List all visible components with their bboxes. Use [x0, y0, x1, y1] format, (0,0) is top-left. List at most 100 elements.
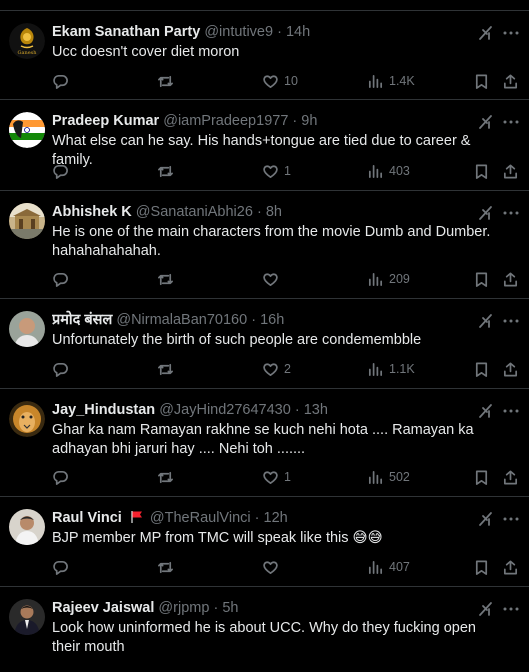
- retweet-icon: [158, 363, 173, 375]
- reply-button[interactable]: [52, 359, 74, 379]
- like-button[interactable]: 1: [262, 467, 291, 487]
- reply-button[interactable]: [52, 71, 74, 91]
- retweet-button[interactable]: [157, 71, 179, 91]
- grok-icon[interactable]: [477, 402, 495, 420]
- share-button[interactable]: [502, 161, 519, 181]
- share-icon: [503, 362, 518, 376]
- tweet[interactable]: Ganesh Ekam Sanathan Party @intutive9 · …: [0, 11, 529, 100]
- author-name[interactable]: Raul Vinci: [52, 510, 122, 526]
- views-button[interactable]: 403: [367, 161, 410, 181]
- author-name[interactable]: Abhishek K: [52, 204, 132, 220]
- like-button[interactable]: [262, 269, 284, 289]
- timestamp[interactable]: 12h: [264, 510, 288, 526]
- retweet-button[interactable]: [157, 161, 179, 181]
- reply-icon: [53, 470, 68, 485]
- bookmark-button[interactable]: [473, 161, 490, 181]
- avatar[interactable]: [9, 401, 45, 437]
- author-handle[interactable]: @iamPradeep1977: [163, 113, 288, 129]
- share-button[interactable]: [502, 359, 519, 379]
- author-handle[interactable]: @TheRaulVinci: [150, 510, 251, 526]
- reply-button[interactable]: [52, 269, 74, 289]
- retweet-icon: [158, 165, 173, 177]
- timestamp[interactable]: 14h: [286, 24, 310, 40]
- grok-icon[interactable]: [477, 600, 495, 618]
- grok-icon[interactable]: [477, 510, 495, 528]
- views-button[interactable]: 1.1K: [367, 359, 415, 379]
- tweet-text: BJP member MP from TMC will speak like t…: [52, 530, 383, 546]
- author-handle[interactable]: @JayHind27647430: [159, 402, 291, 418]
- timestamp[interactable]: 9h: [301, 113, 317, 129]
- reply-icon: [53, 560, 68, 575]
- retweet-button[interactable]: [157, 467, 179, 487]
- views-icon: [368, 560, 383, 574]
- tweet[interactable]: Jay_Hindustan @JayHind27647430 · 13h Gha…: [0, 389, 529, 497]
- tweet-text: Look how uninformed he is about UCC. Why…: [52, 620, 476, 655]
- share-button[interactable]: [502, 71, 519, 91]
- like-button[interactable]: 2: [262, 359, 291, 379]
- avatar[interactable]: [9, 112, 45, 148]
- views-icon: [368, 164, 383, 178]
- tweet[interactable]: Abhishek K @SanataniAbhi26 · 8h He is on…: [0, 191, 529, 299]
- views-button[interactable]: 209: [367, 269, 410, 289]
- views-button[interactable]: 1.4K: [367, 71, 415, 91]
- share-button[interactable]: [502, 557, 519, 577]
- more-icon[interactable]: [502, 510, 520, 528]
- author-handle[interactable]: @SanataniAbhi26: [136, 204, 253, 220]
- more-icon[interactable]: [502, 113, 520, 131]
- author-handle[interactable]: @intutive9: [204, 24, 273, 40]
- bookmark-button[interactable]: [473, 557, 490, 577]
- tweet[interactable]: Rajeev Jaiswal @rjpmp · 5h Look how unin…: [0, 587, 529, 672]
- bookmark-button[interactable]: [473, 71, 490, 91]
- author-name[interactable]: Ekam Sanathan Party: [52, 24, 200, 40]
- timestamp[interactable]: 8h: [266, 204, 282, 220]
- more-icon[interactable]: [502, 204, 520, 222]
- avatar[interactable]: [9, 311, 45, 347]
- retweet-button[interactable]: [157, 557, 179, 577]
- bookmark-button[interactable]: [473, 467, 490, 487]
- like-button[interactable]: 1: [262, 161, 291, 181]
- reply-button[interactable]: [52, 467, 74, 487]
- author-handle[interactable]: @NirmalaBan70160: [116, 312, 247, 328]
- grok-icon[interactable]: [477, 113, 495, 131]
- avatar[interactable]: [9, 203, 45, 239]
- like-button[interactable]: [262, 557, 284, 577]
- share-button[interactable]: [502, 467, 519, 487]
- views-button[interactable]: 502: [367, 467, 410, 487]
- author-name[interactable]: प्रमोद बंसल: [52, 312, 112, 328]
- more-icon[interactable]: [502, 312, 520, 330]
- tweet[interactable]: प्रमोद बंसल @NirmalaBan70160 · 16h Unfor…: [0, 299, 529, 389]
- reply-button[interactable]: [52, 161, 74, 181]
- grok-icon[interactable]: [477, 204, 495, 222]
- author-handle[interactable]: @rjpmp: [158, 600, 209, 616]
- avatar[interactable]: Ganesh: [9, 23, 45, 59]
- views-button[interactable]: 407: [367, 557, 410, 577]
- more-icon[interactable]: [502, 600, 520, 618]
- grok-icon[interactable]: [477, 24, 495, 42]
- avatar[interactable]: [9, 599, 45, 635]
- more-icon[interactable]: [502, 402, 520, 420]
- author-name[interactable]: Pradeep Kumar: [52, 113, 159, 129]
- separator-dot: ·: [294, 402, 300, 418]
- avatar[interactable]: [9, 509, 45, 545]
- grok-icon[interactable]: [477, 312, 495, 330]
- bookmark-button[interactable]: [473, 269, 490, 289]
- bookmark-icon: [475, 74, 488, 89]
- timestamp[interactable]: 13h: [304, 402, 328, 418]
- author-name[interactable]: Rajeev Jaiswal: [52, 600, 154, 616]
- retweet-button[interactable]: [157, 359, 179, 379]
- share-button[interactable]: [502, 269, 519, 289]
- reply-icon: [53, 272, 68, 287]
- tweet[interactable]: Pradeep Kumar @iamPradeep1977 · 9h What …: [0, 100, 529, 191]
- author-name[interactable]: Jay_Hindustan: [52, 402, 155, 418]
- timestamp[interactable]: 16h: [260, 312, 284, 328]
- like-button[interactable]: 10: [262, 71, 298, 91]
- bookmark-icon: [475, 272, 488, 287]
- red-flag-icon: [131, 511, 142, 523]
- tweet[interactable]: Raul Vinci @TheRaulVinci · 12h BJP membe…: [0, 497, 529, 587]
- bookmark-button[interactable]: [473, 359, 490, 379]
- retweet-button[interactable]: [157, 269, 179, 289]
- retweet-icon: [158, 471, 173, 483]
- more-icon[interactable]: [502, 24, 520, 42]
- reply-button[interactable]: [52, 557, 74, 577]
- timestamp[interactable]: 5h: [222, 600, 238, 616]
